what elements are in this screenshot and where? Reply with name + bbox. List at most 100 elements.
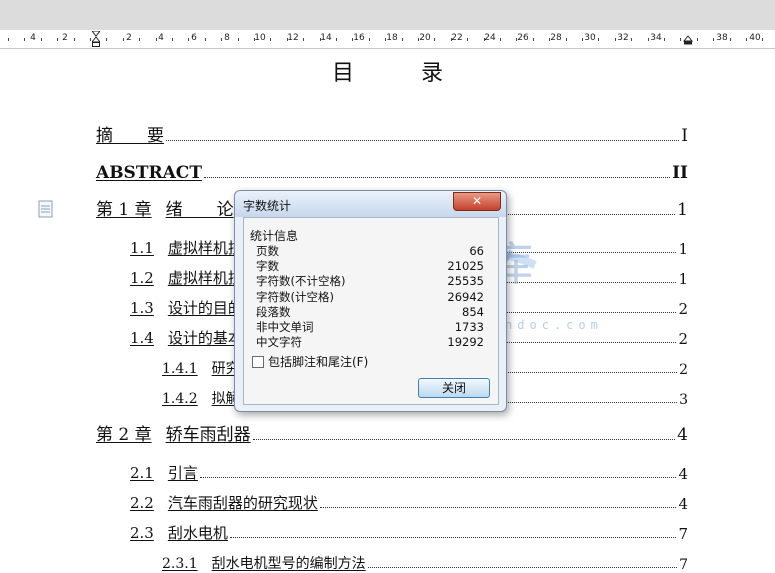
dialog-title: 字数统计 bbox=[243, 199, 292, 213]
toc-entry-label: 引言 bbox=[167, 464, 198, 482]
toc-entry-text[interactable]: 1.2 虚拟样机技 bbox=[130, 267, 243, 288]
toc-entry[interactable]: 2.3.1 刮水电机型号的编制方法 7 bbox=[162, 551, 688, 573]
ruler-tick bbox=[615, 38, 616, 41]
ruler-number: 24 bbox=[483, 33, 497, 43]
stat-label: 字符数(计空格) bbox=[256, 289, 334, 304]
ruler-number: 40 bbox=[748, 33, 762, 43]
toc-entry-number: 2.3.1 bbox=[162, 556, 198, 572]
ruler-tick bbox=[172, 38, 173, 41]
toc-entry[interactable]: 2.3 刮水电机 7 bbox=[130, 521, 688, 543]
toc-entry-text[interactable]: 2.1 引言 bbox=[130, 462, 198, 483]
toc-entry-number: 1.4.2 bbox=[162, 391, 198, 407]
toc-entry-text[interactable]: ABSTRACT bbox=[96, 163, 202, 183]
stat-value: 854 bbox=[462, 304, 484, 319]
stat-label: 字数 bbox=[256, 259, 279, 274]
ruler-tick bbox=[156, 38, 157, 41]
ruler-number: 14 bbox=[319, 33, 333, 43]
toc-entry-number: 1.4 bbox=[130, 329, 154, 347]
ruler-tick bbox=[123, 38, 124, 41]
toc-entry-page: II bbox=[672, 163, 688, 183]
toc-entry[interactable]: ABSTRACT II bbox=[96, 161, 688, 183]
toc-leader bbox=[319, 507, 677, 508]
ruler-tick bbox=[270, 38, 271, 41]
horizontal-ruler[interactable]: 4 2 2 4 6 8 10 12 14 16 18 20 22 24 26 28 30 32 34 38 40 bbox=[0, 30, 775, 49]
toc-entry-page: 1 bbox=[678, 240, 688, 258]
toc-entry-page: 7 bbox=[678, 525, 688, 543]
toc-entry-number: 2.1 bbox=[130, 464, 154, 482]
toc-entry[interactable]: 2.2 汽车雨刮器的研究现状 4 bbox=[130, 491, 688, 513]
toc-entry-text[interactable]: 1.3 设计的目的 bbox=[130, 297, 243, 318]
ruler-tick bbox=[188, 38, 189, 41]
ruler-number: 28 bbox=[549, 33, 563, 43]
include-footnotes-option[interactable]: 包括脚注和尾注(F) bbox=[252, 353, 368, 370]
toc-entry-number: 1.3 bbox=[130, 299, 154, 317]
stat-value: 25535 bbox=[447, 274, 484, 289]
ruler-number: 18 bbox=[385, 33, 399, 43]
ruler-tick bbox=[631, 38, 632, 41]
ruler-tick bbox=[352, 38, 353, 41]
toc-entry-text[interactable]: 2.2 汽车雨刮器的研究现状 bbox=[130, 492, 318, 513]
toc-entry-text[interactable]: 1.4 设计的基本 bbox=[130, 327, 243, 348]
toc-entry[interactable]: 摘 要I bbox=[96, 124, 688, 146]
ruler-number: 6 bbox=[190, 33, 198, 43]
toc-entry-label: 刮水电机型号的编制方法 bbox=[211, 556, 366, 572]
ruler-tick bbox=[221, 38, 222, 41]
include-footnotes-checkbox[interactable] bbox=[252, 355, 264, 368]
toc-entry-text[interactable]: 第 2 章轿车雨刮器 bbox=[96, 420, 251, 445]
close-button[interactable]: 关闭 bbox=[418, 378, 490, 398]
toc-leader bbox=[367, 567, 678, 568]
ruler-number: 22 bbox=[450, 33, 464, 43]
ruler-number: 32 bbox=[616, 33, 630, 43]
toc-entry[interactable]: 第 2 章轿车雨刮器 4 bbox=[96, 423, 688, 445]
ruler-number: 4 bbox=[157, 33, 165, 43]
toc-leader bbox=[199, 477, 677, 478]
stat-value: 26942 bbox=[447, 289, 484, 304]
toc-leader bbox=[229, 537, 677, 538]
ruler-tick bbox=[205, 38, 206, 41]
ruler-number: 38 bbox=[715, 33, 729, 43]
toc-entry-label: 轿车雨刮器 bbox=[165, 425, 251, 445]
ruler-tick bbox=[451, 38, 452, 41]
toc-entry-number: 2.3 bbox=[130, 524, 154, 542]
dialog-body: 统计信息 页数 66 字数 21025 字符数(不计空格) 25535 字符数(计空格) 26… bbox=[243, 217, 499, 405]
stat-row: 段落数 854 bbox=[256, 305, 484, 320]
toc-entry-label: 刮水电机 bbox=[167, 524, 228, 542]
stat-label: 段落数 bbox=[256, 304, 291, 319]
include-footnotes-label: 包括脚注和尾注(F) bbox=[268, 355, 369, 369]
toc-entry-number: 1.4.1 bbox=[162, 361, 198, 377]
toc-leader bbox=[203, 177, 671, 178]
stat-row: 中文字符 19292 bbox=[256, 335, 484, 350]
ruler-tick bbox=[434, 38, 435, 41]
close-icon[interactable]: ✕ bbox=[453, 192, 501, 211]
toc-entry-label: 设计的基本 bbox=[167, 329, 243, 347]
ruler-number: 4 bbox=[29, 33, 37, 43]
toc-entry-text[interactable]: 2.3.1 刮水电机型号的编制方法 bbox=[162, 553, 366, 573]
toc-entry[interactable]: 2.1 引言 4 bbox=[130, 461, 688, 483]
ruler-number: 2 bbox=[125, 33, 133, 43]
toc-entry-text[interactable]: 2.3 刮水电机 bbox=[130, 522, 228, 543]
toc-entry-page: 4 bbox=[678, 465, 688, 483]
toc-entry-text[interactable]: 第 1 章绪 论 bbox=[96, 195, 234, 220]
toc-entry-number: 1.2 bbox=[130, 269, 154, 287]
stat-row: 字符数(计空格) 26942 bbox=[256, 290, 484, 305]
dialog-titlebar[interactable]: 字数统计 ✕ bbox=[235, 191, 506, 217]
ruler-tick bbox=[57, 38, 58, 41]
toc-entry-page: 1 bbox=[677, 200, 688, 220]
toc-entry-text[interactable]: 1.4.2 拟解 bbox=[162, 388, 240, 408]
ruler-tick bbox=[680, 38, 681, 41]
toc-entry-page: 4 bbox=[677, 425, 688, 445]
indent-marker-icon[interactable] bbox=[92, 31, 100, 47]
toc-entry-page: 2 bbox=[678, 300, 688, 318]
ruler-tick bbox=[320, 38, 321, 41]
stat-row: 页数 66 bbox=[256, 244, 484, 259]
ruler-number: 2 bbox=[61, 33, 69, 43]
toc-entry-text[interactable]: 1.4.1 研究 bbox=[162, 358, 240, 378]
toc-entry-text[interactable]: 1.1 虚拟样机技 bbox=[130, 237, 243, 258]
ruler-tick bbox=[106, 38, 107, 41]
ruler-tick bbox=[762, 38, 763, 41]
ruler-tick bbox=[484, 38, 485, 41]
ruler-tick bbox=[254, 38, 255, 41]
toc-entry-page: 1 bbox=[678, 270, 688, 288]
toc-entry-text[interactable]: 摘 要 bbox=[96, 121, 164, 146]
right-indent-marker-icon[interactable] bbox=[683, 35, 693, 45]
